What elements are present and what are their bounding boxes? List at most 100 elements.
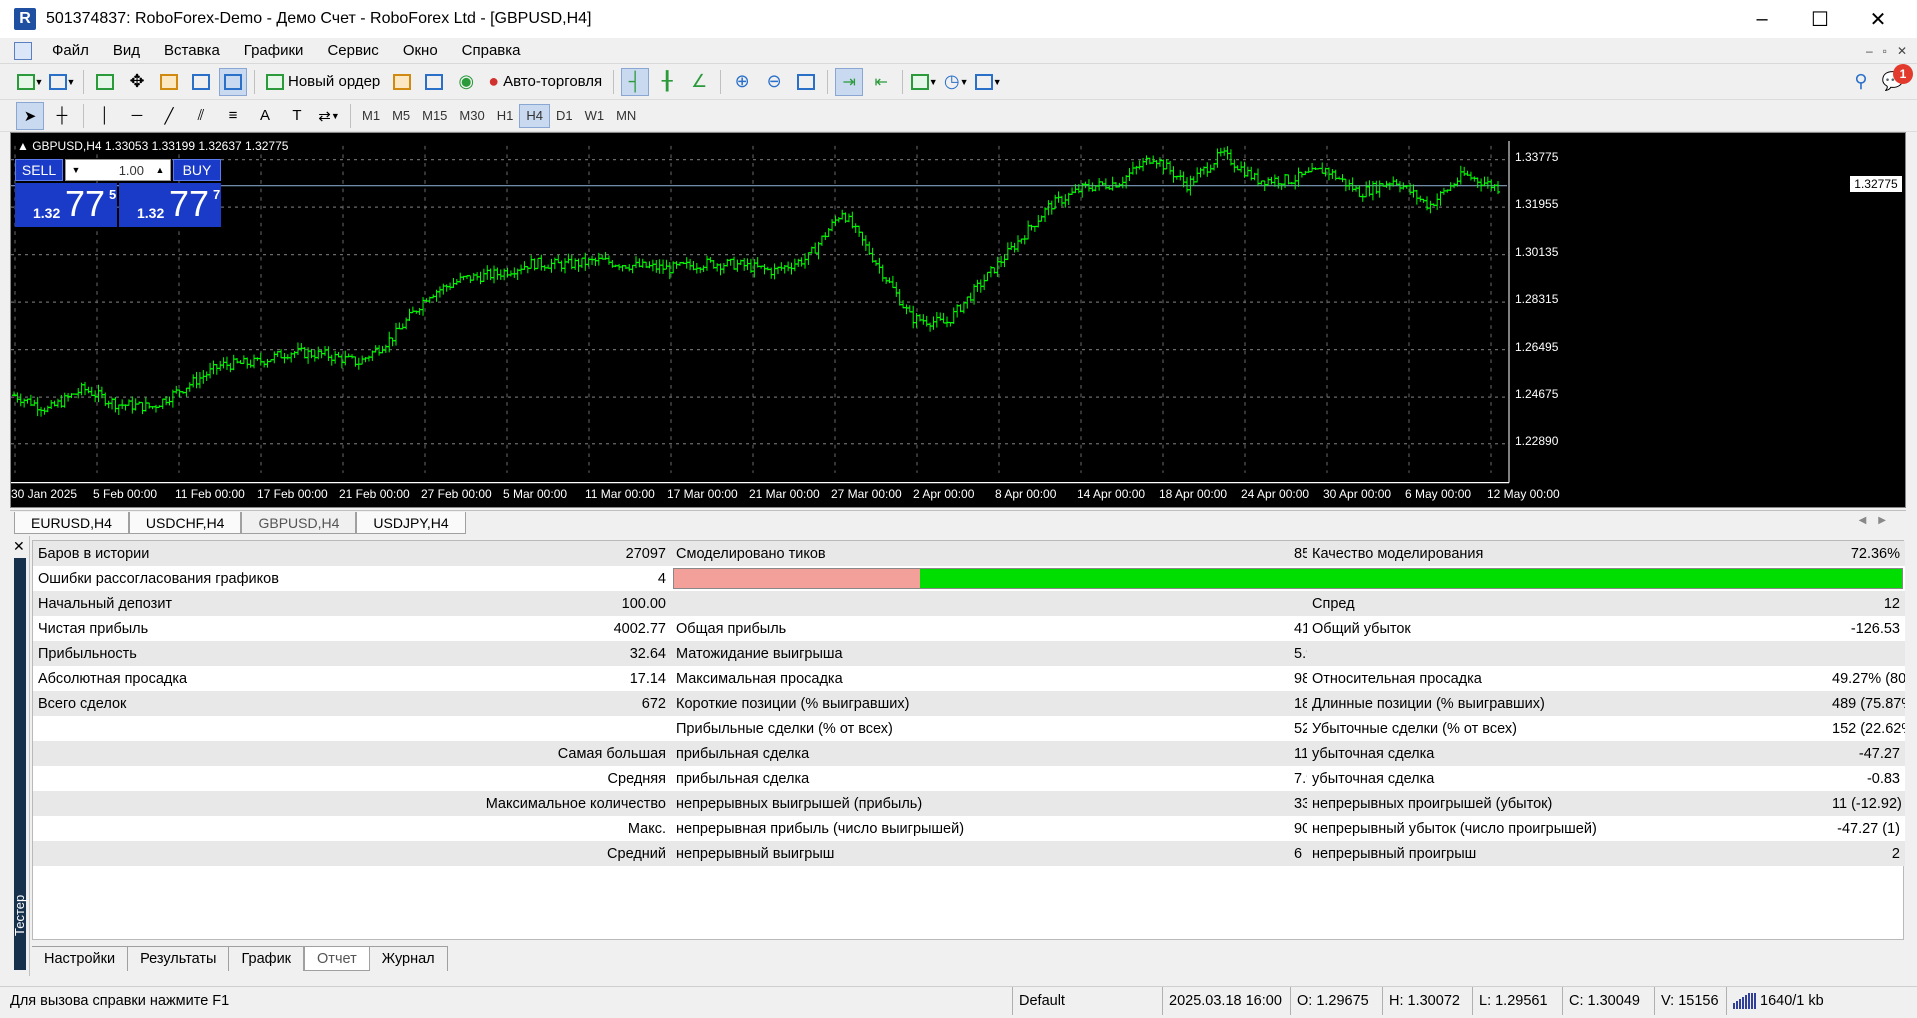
tab-results[interactable]: Результаты xyxy=(128,947,230,971)
status-connection[interactable]: 1640/1 kb xyxy=(1726,987,1876,1015)
arrows-tool[interactable]: ⇄ ▼ xyxy=(315,102,343,130)
price-bar xyxy=(1215,148,1220,168)
price-bar xyxy=(941,312,946,324)
chart-shift-button[interactable]: ⇤ xyxy=(867,68,895,96)
buy-price[interactable]: 1.32 77 7 xyxy=(119,183,221,227)
chart-tab-usdchf[interactable]: USDCHF,H4 xyxy=(128,512,242,534)
timeframe-m1[interactable]: M1 xyxy=(356,104,386,128)
vertical-line-tool[interactable]: │ xyxy=(91,102,119,130)
timeframe-w1[interactable]: W1 xyxy=(579,104,611,128)
market-watch-button[interactable] xyxy=(91,68,119,96)
menu-bar: Файл Вид Вставка Графики Сервис Окно Спр… xyxy=(0,38,1917,64)
tester-close-button[interactable]: ✕ xyxy=(13,538,25,555)
menu-window[interactable]: Окно xyxy=(391,42,450,59)
menu-tools[interactable]: Сервис xyxy=(315,42,390,59)
price-bar xyxy=(231,354,236,371)
trendline-tool[interactable]: ╱ xyxy=(155,102,183,130)
bar-chart-button[interactable]: ┤ xyxy=(621,67,650,96)
lot-increase-icon[interactable]: ▲ xyxy=(150,165,170,175)
report-max-cons-profit: 907.29 (14) xyxy=(1289,816,1307,841)
mdi-restore-button[interactable]: ▫ xyxy=(1883,44,1887,58)
timeframe-mn[interactable]: MN xyxy=(610,104,642,128)
timeframe-h4[interactable]: H4 xyxy=(519,103,550,128)
navigator-button[interactable] xyxy=(155,68,183,96)
chart-canvas[interactable] xyxy=(11,133,1905,507)
tab-journal[interactable]: Журнал xyxy=(369,947,448,971)
timeframe-m30[interactable]: M30 xyxy=(453,104,490,128)
buy-price-prefix: 1.32 xyxy=(137,205,165,221)
candlestick-button[interactable]: ╂ xyxy=(653,68,681,96)
mdi-minimize-button[interactable]: – xyxy=(1866,44,1873,58)
lot-size-value[interactable]: 1.00 xyxy=(86,163,150,178)
tile-windows-button[interactable] xyxy=(792,68,820,96)
status-volume: V: 15156 xyxy=(1654,987,1726,1015)
text-tool[interactable]: A xyxy=(251,102,279,130)
zoom-out-button[interactable]: ⊖ xyxy=(760,68,788,96)
data-window-button[interactable]: ✥ xyxy=(123,68,151,96)
report-profit-trades-label: Прибыльные сделки (% от всех) xyxy=(671,716,1289,741)
chart-tab-eurusd[interactable]: EURUSD,H4 xyxy=(14,512,129,534)
metaeditor-button[interactable] xyxy=(388,68,416,96)
channel-tool[interactable]: ⫽ xyxy=(187,102,215,130)
price-bar xyxy=(1272,174,1277,187)
menu-charts[interactable]: Графики xyxy=(232,42,316,59)
price-bar xyxy=(1397,181,1402,193)
market-button[interactable]: ◉ xyxy=(452,68,480,96)
sell-price[interactable]: 1.32 77 5 xyxy=(15,183,117,227)
arrows-icon: ⇄ xyxy=(318,107,331,125)
price-bar xyxy=(153,404,158,413)
cursor-tool[interactable]: ➤ xyxy=(16,101,44,130)
chart-tab-gbpusd[interactable]: GBPUSD,H4 xyxy=(241,512,357,534)
price-bar xyxy=(322,346,327,356)
mdi-close-button[interactable]: ✕ xyxy=(1897,44,1907,58)
menu-insert[interactable]: Вставка xyxy=(152,42,232,59)
status-profile[interactable]: Default xyxy=(1012,987,1162,1015)
timeframe-h1[interactable]: H1 xyxy=(491,104,520,128)
new-chart-button[interactable]: ▼ xyxy=(16,68,44,96)
timeframe-m5[interactable]: M5 xyxy=(386,104,416,128)
report-max-cons-losses-label: непрерывных проигрышей (убыток) xyxy=(1307,791,1827,816)
horizontal-line-tool[interactable]: ─ xyxy=(123,102,151,130)
menu-file[interactable]: Файл xyxy=(40,42,101,59)
price-chart[interactable]: ▲ GBPUSD,H4 1.33053 1.33199 1.32637 1.32… xyxy=(10,132,1906,508)
lot-size-field[interactable]: ▼ 1.00 ▲ xyxy=(65,159,171,181)
notifications-button[interactable]: 💬 1 xyxy=(1879,63,1913,96)
auto-scroll-button[interactable]: ⇥ xyxy=(835,67,864,96)
strategy-tester-button[interactable] xyxy=(219,67,247,96)
tab-graph[interactable]: График xyxy=(229,947,305,971)
chart-window-icon[interactable] xyxy=(14,41,32,60)
crosshair-tool[interactable]: ┼ xyxy=(48,102,76,130)
search-button[interactable]: ⚲ xyxy=(1847,68,1875,96)
maximize-button[interactable]: ☐ xyxy=(1791,0,1849,38)
periods-button[interactable]: ◷ ▼ xyxy=(942,68,970,96)
tab-scroll-arrows[interactable]: ◀▶ xyxy=(1859,515,1898,526)
timeframe-m15[interactable]: M15 xyxy=(416,104,453,128)
tab-report[interactable]: Отчет xyxy=(304,947,370,971)
sell-button[interactable]: SELL xyxy=(15,159,63,181)
menu-help[interactable]: Справка xyxy=(450,42,533,59)
report-quality-label: Качество моделирования xyxy=(1307,541,1827,566)
price-bar xyxy=(160,398,165,409)
price-bar xyxy=(55,398,60,408)
new-order-button[interactable]: Новый ордер xyxy=(262,68,384,96)
zoom-in-button[interactable]: ⊕ xyxy=(728,68,756,96)
chart-menu-triangle-icon[interactable]: ▲ xyxy=(17,139,32,153)
fibonacci-tool[interactable]: ≡ xyxy=(219,102,247,130)
chart-tab-usdjpy[interactable]: USDJPY,H4 xyxy=(356,512,466,534)
buy-button[interactable]: BUY xyxy=(173,159,221,181)
profiles-button[interactable]: ▼ xyxy=(48,68,76,96)
price-bar xyxy=(1063,194,1068,208)
minimize-button[interactable]: – xyxy=(1733,0,1791,38)
auto-trading-button[interactable]: ● Авто-торговля xyxy=(484,68,606,96)
menu-view[interactable]: Вид xyxy=(101,42,152,59)
text-label-tool[interactable]: T xyxy=(283,102,311,130)
templates-button[interactable]: ▼ xyxy=(974,68,1002,96)
signals-button[interactable] xyxy=(420,68,448,96)
lot-decrease-icon[interactable]: ▼ xyxy=(66,165,86,175)
close-window-button[interactable]: ✕ xyxy=(1849,0,1907,38)
terminal-button[interactable] xyxy=(187,68,215,96)
timeframe-d1[interactable]: D1 xyxy=(550,104,579,128)
line-chart-button[interactable]: ∠ xyxy=(685,68,713,96)
indicators-button[interactable]: ▼ xyxy=(910,68,938,96)
tab-settings[interactable]: Настройки xyxy=(32,947,129,971)
